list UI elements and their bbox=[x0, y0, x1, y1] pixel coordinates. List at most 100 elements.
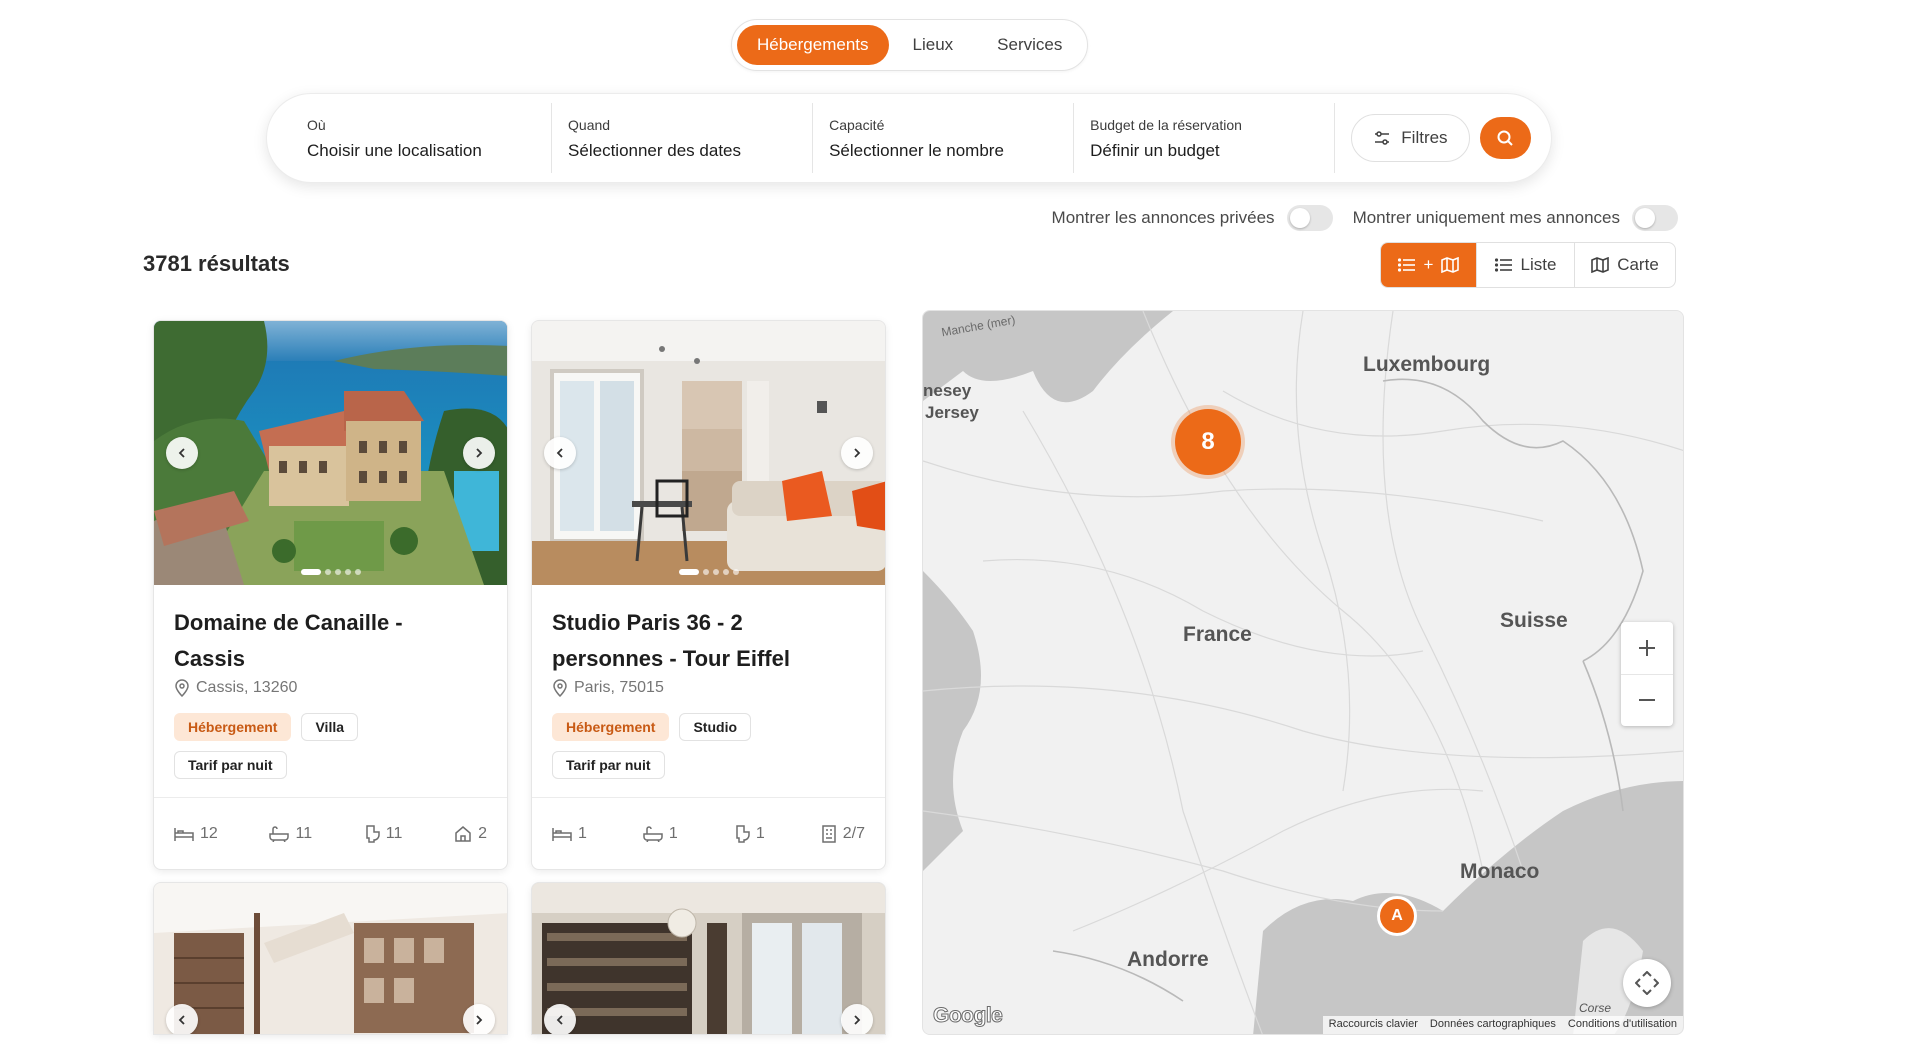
dates-field-value: Sélectionner des dates bbox=[568, 141, 741, 160]
minus-icon bbox=[1639, 699, 1655, 702]
tag-category: Hébergement bbox=[174, 713, 292, 741]
map-label-france: France bbox=[1183, 623, 1252, 646]
private-listings-switch[interactable] bbox=[1286, 205, 1333, 231]
map-data-link[interactable]: Données cartographiques bbox=[1424, 1016, 1562, 1034]
list-map-view-button[interactable]: + bbox=[1381, 243, 1477, 287]
pagination-dot[interactable] bbox=[354, 569, 361, 575]
tab-lieux[interactable]: Lieux bbox=[893, 25, 974, 65]
previous-photo-button[interactable] bbox=[544, 437, 576, 469]
sliders-icon bbox=[1375, 131, 1390, 145]
search-button[interactable] bbox=[1479, 117, 1531, 159]
villa-photo bbox=[154, 321, 507, 585]
search-icon bbox=[1497, 130, 1514, 146]
chevron-right-icon bbox=[476, 448, 483, 458]
listing-photo bbox=[154, 321, 507, 585]
chevron-left-icon bbox=[556, 1015, 563, 1025]
private-listings-toggle-group: Montrer les annonces privées bbox=[1052, 205, 1333, 231]
listing-location-text: Cassis, 13260 bbox=[196, 679, 298, 696]
map-view[interactable]: Manche (mer) nesey Jersey Luxembourg Fra… bbox=[922, 310, 1684, 1035]
list-view-button[interactable]: Liste bbox=[1477, 243, 1575, 287]
next-photo-button[interactable] bbox=[463, 437, 495, 469]
zoom-out-button[interactable] bbox=[1621, 675, 1673, 727]
listing-card[interactable]: Studio Paris 36 - 2 personnes - Tour Eif… bbox=[531, 320, 886, 870]
listing-title[interactable]: Domaine de Canaille - Cassis bbox=[174, 605, 487, 677]
location-field[interactable]: Où Choisir une localisation bbox=[291, 103, 553, 173]
map-cluster-marker[interactable]: 8 bbox=[1175, 409, 1241, 475]
list-view-label: Liste bbox=[1520, 255, 1557, 274]
category-tabs: Hébergements Lieux Services bbox=[731, 19, 1088, 71]
pagination-dot[interactable] bbox=[702, 569, 709, 575]
map-view-button[interactable]: Carte bbox=[1575, 243, 1675, 287]
map-label-suisse: Suisse bbox=[1500, 609, 1568, 632]
beds-stat: 1 bbox=[552, 825, 587, 843]
pagination-dot[interactable] bbox=[712, 569, 719, 575]
pagination-dot[interactable] bbox=[722, 569, 729, 575]
listing-card[interactable]: Domaine de Canaille - Cassis Cassis, 132… bbox=[153, 320, 508, 870]
rooms-count: 2 bbox=[478, 824, 487, 842]
previous-photo-button[interactable] bbox=[166, 437, 198, 469]
chevron-left-icon bbox=[178, 448, 185, 458]
next-photo-button[interactable] bbox=[841, 437, 873, 469]
previous-photo-button[interactable] bbox=[166, 1004, 198, 1034]
pagination-dot[interactable] bbox=[732, 569, 739, 575]
floor-stat: 2/7 bbox=[821, 825, 865, 843]
toilet-icon bbox=[366, 824, 380, 843]
pagination-dot[interactable] bbox=[334, 569, 341, 575]
chevron-right-icon bbox=[476, 1015, 483, 1025]
pagination-dot[interactable] bbox=[678, 569, 699, 575]
my-listings-label: Montrer uniquement mes annonces bbox=[1352, 208, 1620, 227]
private-listings-label: Montrer les annonces privées bbox=[1051, 208, 1275, 227]
location-pin-icon bbox=[175, 679, 189, 697]
listing-title-line: Domaine de Canaille - bbox=[174, 610, 403, 635]
terms-link[interactable]: Conditions d'utilisation bbox=[1562, 1016, 1683, 1034]
next-photo-button[interactable] bbox=[463, 1004, 495, 1034]
map-icon bbox=[1441, 257, 1460, 273]
rooms-stat: 2 bbox=[454, 825, 487, 843]
map-icon bbox=[1591, 257, 1610, 273]
map-view-label: Carte bbox=[1617, 255, 1659, 274]
keyboard-shortcuts-link[interactable]: Raccourcis clavier bbox=[1323, 1016, 1424, 1034]
budget-field-value: Définir un budget bbox=[1090, 141, 1220, 160]
my-listings-switch[interactable] bbox=[1632, 205, 1678, 231]
map-marker[interactable]: A bbox=[1377, 896, 1417, 936]
list-icon bbox=[1397, 258, 1415, 272]
toilets-count: 11 bbox=[385, 824, 403, 842]
capacity-field[interactable]: Capacité Sélectionner le nombre bbox=[813, 103, 1075, 173]
bathtub-icon bbox=[643, 825, 663, 842]
search-bar: Où Choisir une localisation Quand Sélect… bbox=[266, 93, 1552, 183]
results-count: 3781 résultats bbox=[143, 251, 290, 276]
toilets-count: 1 bbox=[755, 824, 765, 842]
budget-field[interactable]: Budget de la réservation Définir un budg… bbox=[1074, 103, 1336, 173]
loft-photo bbox=[154, 883, 507, 1034]
listing-card[interactable] bbox=[153, 882, 508, 1035]
previous-photo-button[interactable] bbox=[544, 1004, 576, 1034]
pagination-dot[interactable] bbox=[324, 569, 331, 575]
tab-services[interactable]: Services bbox=[977, 25, 1082, 65]
chevron-right-icon bbox=[854, 1015, 861, 1025]
beds-count: 12 bbox=[200, 824, 218, 842]
tag-category: Hébergement bbox=[552, 713, 670, 741]
tab-hebergements[interactable]: Hébergements bbox=[737, 25, 889, 65]
plus-sign: + bbox=[1423, 255, 1434, 274]
building-icon bbox=[821, 824, 836, 843]
move-arrows-icon bbox=[1635, 971, 1659, 995]
dates-field-label: Quand bbox=[568, 117, 611, 133]
filters-button[interactable]: Filtres bbox=[1351, 114, 1470, 162]
map-attribution: Raccourcis clavier Données cartographiqu… bbox=[1322, 1016, 1683, 1034]
listing-card[interactable] bbox=[531, 882, 886, 1035]
listing-title[interactable]: Studio Paris 36 - 2 personnes - Tour Eif… bbox=[552, 605, 865, 677]
listing-location: Paris, 75015 bbox=[552, 679, 865, 697]
dates-field[interactable]: Quand Sélectionner des dates bbox=[552, 103, 814, 173]
map-label-luxembourg: Luxembourg bbox=[1363, 353, 1491, 376]
next-photo-button[interactable] bbox=[841, 1004, 873, 1034]
zoom-in-button[interactable] bbox=[1621, 622, 1673, 675]
baths-count: 1 bbox=[668, 824, 678, 842]
pagination-dot[interactable] bbox=[344, 569, 351, 575]
baths-count: 11 bbox=[295, 824, 313, 842]
listing-stats: 1 1 1 2/7 bbox=[532, 797, 885, 869]
listing-title-line: personnes - Tour Eiffel bbox=[552, 646, 790, 671]
map-camera-control-button[interactable] bbox=[1623, 959, 1671, 1007]
map-background bbox=[923, 311, 1683, 1034]
pagination-dot[interactable] bbox=[300, 569, 321, 575]
listing-photo bbox=[532, 321, 885, 585]
